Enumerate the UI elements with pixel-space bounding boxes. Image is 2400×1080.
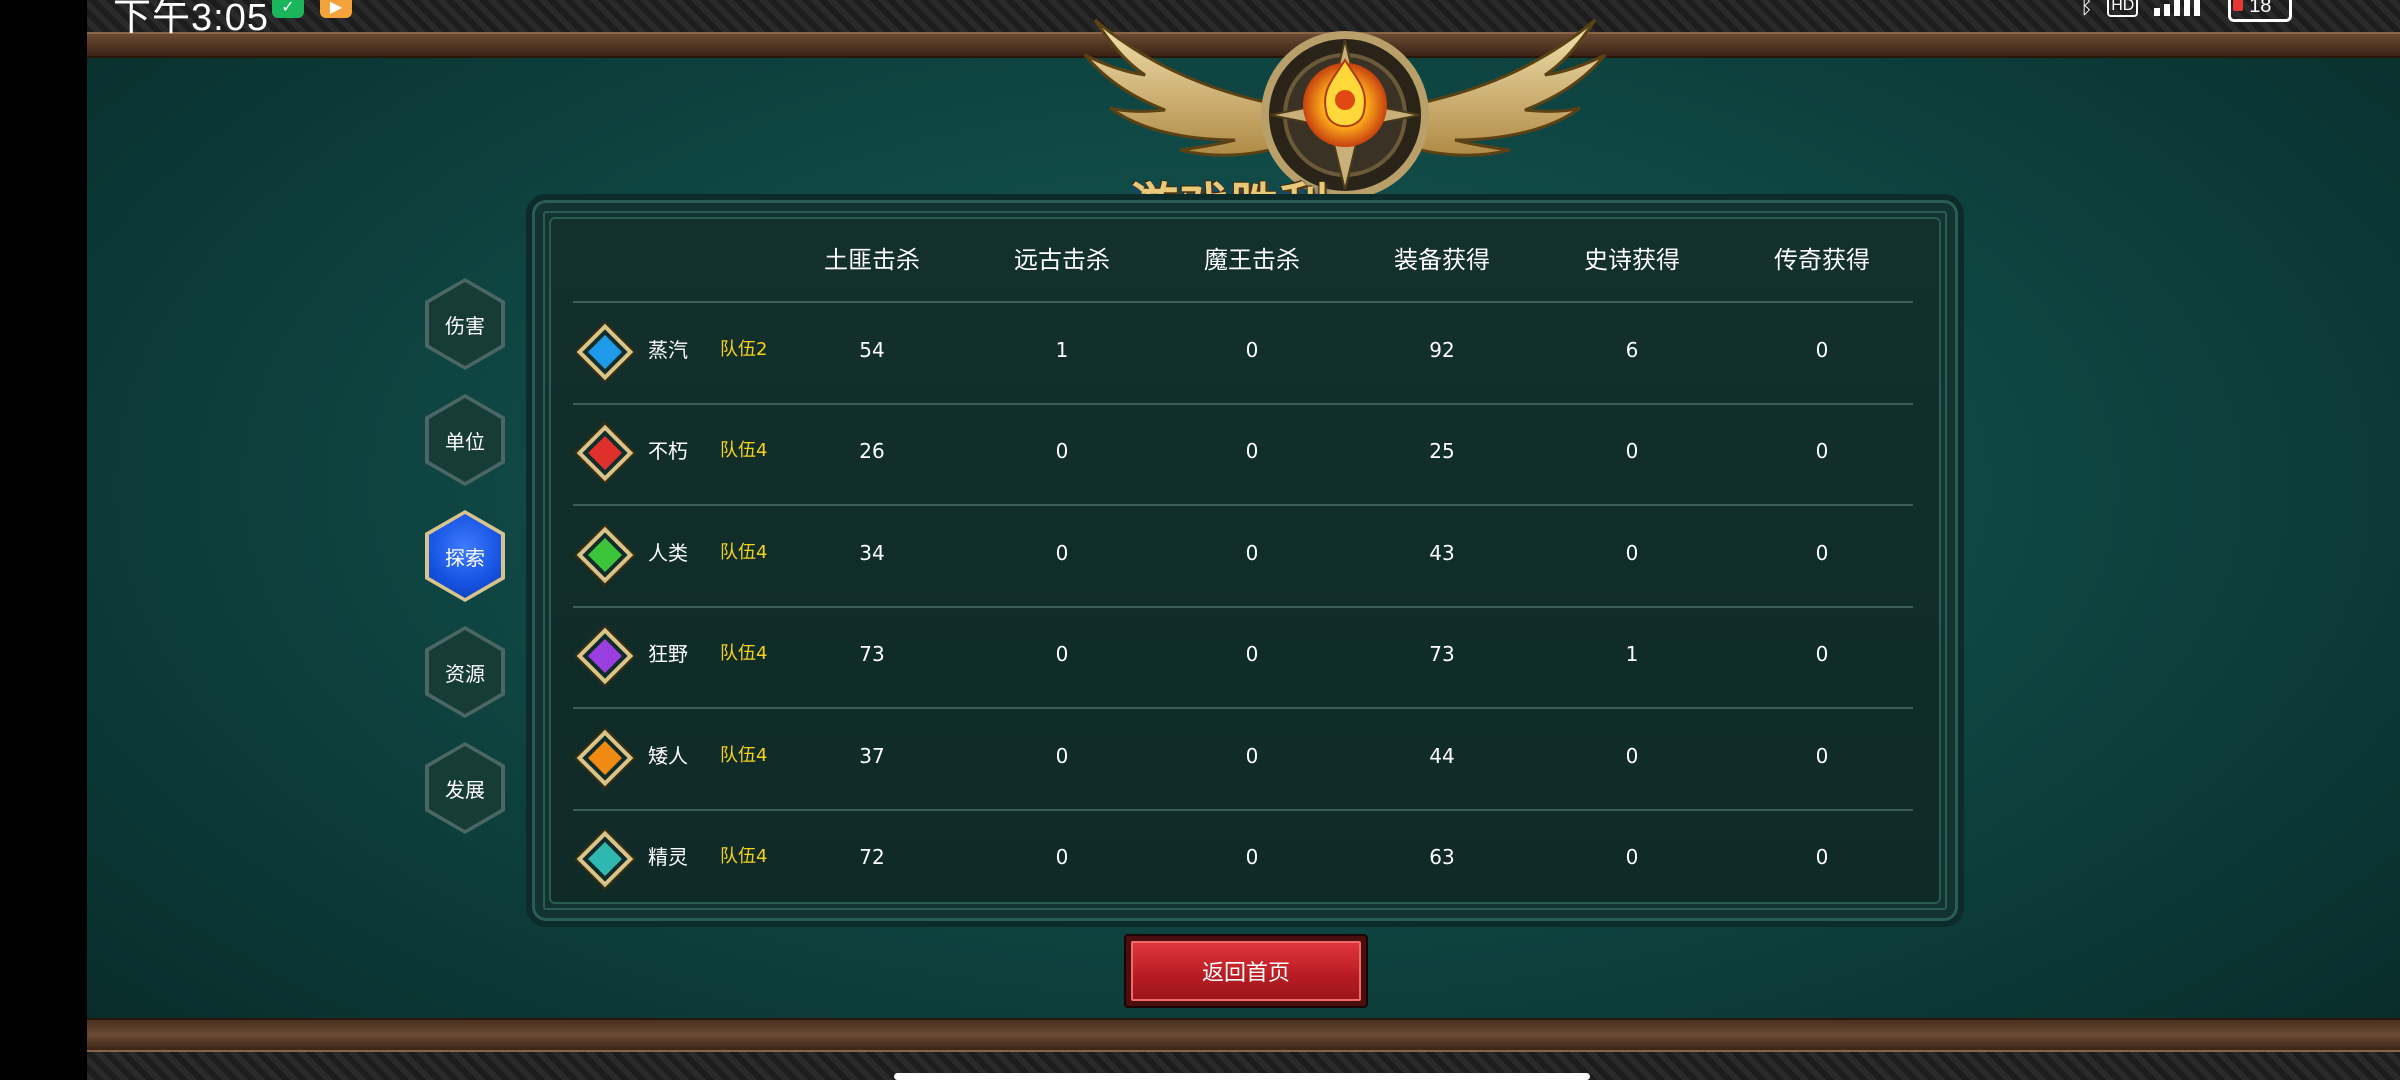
cell-bandit-kills: 26 — [859, 439, 885, 463]
cell-ancient-kills: 0 — [1055, 845, 1069, 869]
return-home-button[interactable]: 返回首页 — [1124, 934, 1368, 1008]
cell-ancient-kills: 0 — [1055, 439, 1069, 463]
cell-legendary-gained: 0 — [1815, 338, 1829, 362]
race-gem-icon — [576, 424, 634, 482]
status-time: 下午3:05 — [113, 0, 269, 39]
gem-core — [588, 842, 622, 876]
battery-level: 18 — [2249, 0, 2272, 17]
cell-epic-gained: 1 — [1625, 642, 1639, 666]
home-indicator[interactable] — [894, 1073, 1590, 1080]
race-gem-icon — [576, 627, 634, 685]
race-name: 狂野 — [648, 642, 688, 666]
cell-bandit-kills: 72 — [859, 845, 885, 869]
return-home-label: 返回首页 — [1131, 941, 1361, 1001]
cell-equipment-gained: 44 — [1429, 744, 1455, 768]
race-name: 人类 — [648, 541, 688, 565]
column-header-ancient-kills: 远古击杀 — [1014, 246, 1110, 274]
cell-equipment-gained: 25 — [1429, 439, 1455, 463]
cell-equipment-gained: 63 — [1429, 845, 1455, 869]
table-row: 狂野 队伍4 73 0 0 73 1 0 — [573, 604, 1913, 704]
team-label: 队伍4 — [720, 440, 768, 461]
nav-tab-label: 资源 — [429, 630, 501, 714]
cell-demon-kills: 0 — [1245, 338, 1259, 362]
race-gem-icon — [576, 526, 634, 584]
cell-epic-gained: 0 — [1625, 744, 1639, 768]
cell-epic-gained: 0 — [1625, 439, 1639, 463]
cell-equipment-gained: 43 — [1429, 541, 1455, 565]
column-header-demon-kills: 魔王击杀 — [1204, 246, 1300, 274]
team-label: 队伍4 — [720, 542, 768, 563]
notification-app-icon: ▶ — [320, 0, 352, 18]
notification-app-icon: ✓ — [272, 0, 304, 18]
race-gem-icon — [576, 830, 634, 888]
cell-equipment-gained: 92 — [1429, 338, 1455, 362]
cell-demon-kills: 0 — [1245, 845, 1259, 869]
team-label: 队伍2 — [720, 339, 768, 360]
column-header-legendary-gained: 传奇获得 — [1774, 246, 1870, 274]
team-label: 队伍4 — [720, 643, 768, 664]
cell-epic-gained: 0 — [1625, 541, 1639, 565]
gem-core — [588, 538, 622, 572]
cell-bandit-kills: 73 — [859, 642, 885, 666]
cell-ancient-kills: 1 — [1055, 338, 1069, 362]
battery-icon: 18 — [2228, 0, 2293, 22]
status-icons: ᛒ HD 18 — [2080, 0, 2293, 22]
cell-legendary-gained: 0 — [1815, 845, 1829, 869]
cell-legendary-gained: 0 — [1815, 541, 1829, 565]
race-gem-icon — [576, 323, 634, 381]
race-name: 不朽 — [648, 439, 688, 463]
cell-demon-kills: 0 — [1245, 439, 1259, 463]
race-name: 精灵 — [648, 845, 688, 869]
column-header-epic-gained: 史诗获得 — [1584, 246, 1680, 274]
table-row: 精灵 队伍4 72 0 0 63 0 0 — [573, 807, 1913, 907]
gem-core — [588, 639, 622, 673]
signal-icon — [2152, 0, 2214, 22]
race-name: 矮人 — [648, 744, 688, 768]
nav-tab-label: 伤害 — [429, 282, 501, 366]
cell-bandit-kills: 37 — [859, 744, 885, 768]
cell-bandit-kills: 54 — [859, 338, 885, 362]
gem-core — [588, 436, 622, 470]
nav-tab-label: 单位 — [429, 398, 501, 482]
team-label: 队伍4 — [720, 846, 768, 867]
race-gem-icon — [576, 729, 634, 787]
cell-demon-kills: 0 — [1245, 642, 1259, 666]
cell-epic-gained: 6 — [1625, 338, 1639, 362]
cell-demon-kills: 0 — [1245, 744, 1259, 768]
gem-core — [588, 741, 622, 775]
cell-legendary-gained: 0 — [1815, 744, 1829, 768]
cell-legendary-gained: 0 — [1815, 642, 1829, 666]
team-label: 队伍4 — [720, 745, 768, 766]
nav-tab-label: 探索 — [429, 514, 501, 598]
bottom-frame — [87, 1018, 2400, 1080]
cell-ancient-kills: 0 — [1055, 744, 1069, 768]
column-header-bandit-kills: 土匪击杀 — [824, 246, 920, 274]
table-row: 人类 队伍4 34 0 0 43 0 0 — [573, 503, 1913, 603]
cell-bandit-kills: 34 — [859, 541, 885, 565]
hd-icon: HD — [2107, 0, 2139, 17]
cell-demon-kills: 0 — [1245, 541, 1259, 565]
gem-core — [588, 335, 622, 369]
race-name: 蒸汽 — [648, 338, 688, 362]
bluetooth-icon: ᛒ — [2080, 0, 2094, 18]
cell-ancient-kills: 0 — [1055, 541, 1069, 565]
cell-epic-gained: 0 — [1625, 845, 1639, 869]
cell-equipment-gained: 73 — [1429, 642, 1455, 666]
table-row: 蒸汽 队伍2 54 1 0 92 6 0 — [573, 300, 1913, 400]
table-row: 矮人 队伍4 37 0 0 44 0 0 — [573, 706, 1913, 806]
nav-tab-label: 发展 — [429, 746, 501, 830]
table-row: 不朽 队伍4 26 0 0 25 0 0 — [573, 401, 1913, 501]
cell-ancient-kills: 0 — [1055, 642, 1069, 666]
cell-legendary-gained: 0 — [1815, 439, 1829, 463]
column-header-equipment-gained: 装备获得 — [1394, 246, 1490, 274]
